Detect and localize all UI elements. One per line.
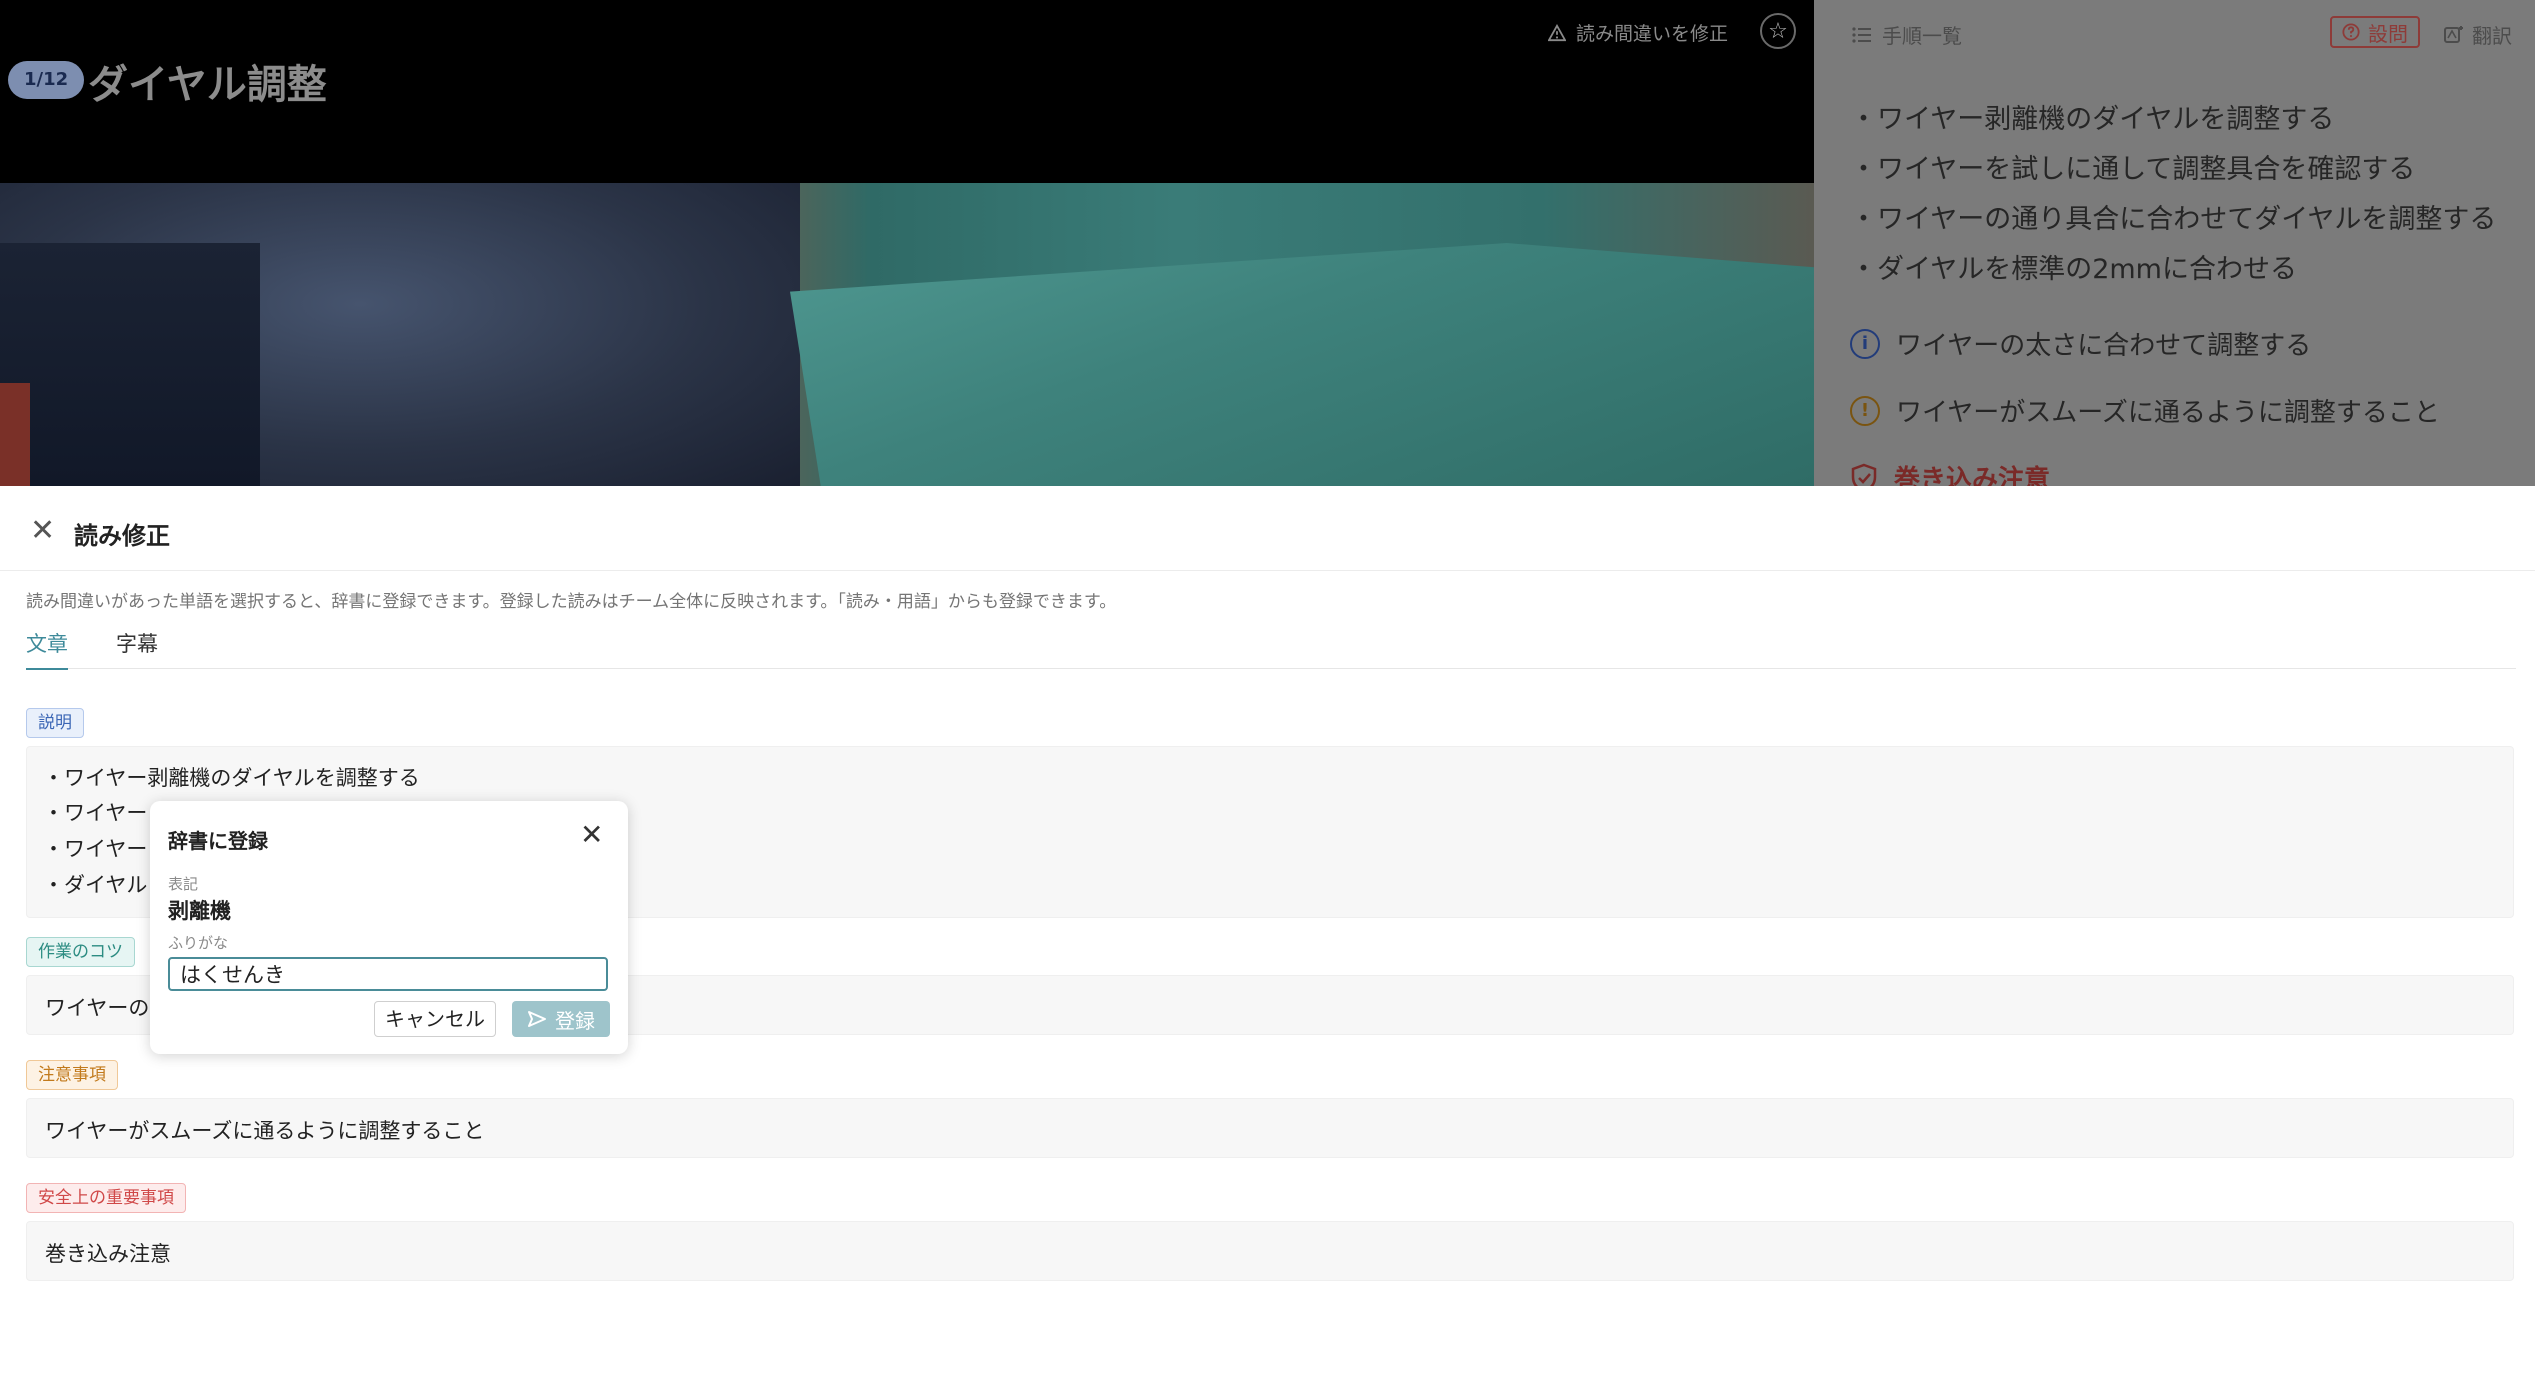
dictionary-register-popup: 辞書に登録 ✕ 表記 剥離機 ふりがな キャンセル 登録 xyxy=(150,801,628,1054)
notation-label: 表記 xyxy=(168,875,199,893)
tab-subtitles[interactable]: 字幕 xyxy=(116,628,158,668)
tip-tag: 作業のコツ xyxy=(26,937,135,967)
tab-text[interactable]: 文章 xyxy=(26,628,68,670)
side-bullet-item: ・ワイヤーの通り具合に合わせてダイヤルを調整する xyxy=(1850,204,2497,235)
send-icon xyxy=(528,1011,546,1027)
description-line[interactable]: ・ワイヤー xyxy=(43,833,147,863)
list-icon xyxy=(1852,26,1871,43)
caution-tag: 注意事項 xyxy=(26,1060,118,1090)
sheet-description: 読み間違いがあった単語を選択すると、辞書に登録できます。登録した読みはチーム全体… xyxy=(26,592,1117,612)
register-label: 登録 xyxy=(555,1008,595,1033)
side-safety: 巻き込み注意 xyxy=(1850,459,2050,486)
favorite-button[interactable]: ☆ xyxy=(1760,13,1796,49)
description-line[interactable]: ・ワイヤー剥離機のダイヤルを調整する xyxy=(43,762,420,792)
question-circle-icon xyxy=(2342,23,2360,41)
translate-label: 翻訳 xyxy=(2472,24,2512,48)
star-icon: ☆ xyxy=(1768,19,1788,44)
question-button[interactable]: 設問 xyxy=(2330,16,2420,48)
register-button[interactable]: 登録 xyxy=(512,1001,610,1037)
safety-box: 巻き込み注意 xyxy=(26,1221,2514,1281)
question-label: 設問 xyxy=(2368,21,2408,46)
steps-list-label: 手順一覧 xyxy=(1882,24,1962,48)
machine-box-image xyxy=(790,243,1814,486)
step-title: ダイヤル調整 xyxy=(88,62,327,108)
video-player[interactable]: 1/12 ダイヤル調整 読み間違いを修正 ☆ xyxy=(0,0,1814,486)
side-tip: i ワイヤーの太さに合わせて調整する xyxy=(1850,325,2311,362)
popup-title: 辞書に登録 xyxy=(168,829,268,853)
steps-list-button[interactable]: 手順一覧 xyxy=(1852,20,1962,49)
tip-text[interactable]: ワイヤーの xyxy=(45,992,149,1022)
side-tip-text: ワイヤーの太さに合わせて調整する xyxy=(1896,331,2312,361)
close-icon[interactable]: ✕ xyxy=(580,821,603,849)
furigana-input[interactable] xyxy=(168,957,608,991)
description-line[interactable]: ・ワイヤー xyxy=(43,797,147,827)
side-step-bullets: ・ワイヤー剥離機のダイヤルを調整する ・ワイヤーを試しに通して調整具合を確認する… xyxy=(1850,98,2496,298)
report-misreading-label: 読み間違いを修正 xyxy=(1576,23,1729,45)
side-bullet-item: ・ダイヤルを標準の2mmに合わせる xyxy=(1850,254,2297,285)
notation-value: 剥離機 xyxy=(168,899,231,923)
cancel-button[interactable]: キャンセル xyxy=(374,1001,496,1037)
description-line[interactable]: ・ダイヤル xyxy=(43,869,147,899)
safety-tag: 安全上の重要事項 xyxy=(26,1183,186,1213)
side-bullet-item: ・ワイヤーを試しに通して調整具合を確認する xyxy=(1850,154,2416,185)
translate-icon xyxy=(2444,25,2463,43)
side-panel-toolbar: 手順一覧 設問 翻訳 xyxy=(1814,0,2535,70)
side-caution-text: ワイヤーがスムーズに通るように調整すること xyxy=(1896,398,2440,428)
furigana-label: ふりがな xyxy=(168,934,229,952)
report-misreading-link[interactable]: 読み間違いを修正 xyxy=(1548,19,1728,46)
divider xyxy=(0,570,2535,571)
sheet-title: 読み修正 xyxy=(74,522,170,550)
side-safety-text: 巻き込み注意 xyxy=(1894,465,2051,486)
caution-box: ワイヤーがスムーズに通るように調整すること xyxy=(26,1098,2514,1158)
side-bullet-item: ・ワイヤー剥離機のダイヤルを調整する xyxy=(1850,104,2335,135)
shield-check-icon xyxy=(1851,463,1877,486)
tab-bar: 文章 字幕 xyxy=(26,628,2516,670)
side-caution: ! ワイヤーがスムーズに通るように調整すること xyxy=(1850,392,2440,429)
hand-image xyxy=(0,383,30,486)
warning-triangle-icon xyxy=(1548,23,1566,41)
translate-button[interactable]: 翻訳 xyxy=(2444,20,2512,49)
steps-side-panel: 手順一覧 設問 翻訳 ・ワイヤー剥離機のダイヤルを調整する ・ワイヤーを試しに通… xyxy=(1814,0,2535,486)
video-header: 1/12 ダイヤル調整 読み間違いを修正 ☆ xyxy=(0,0,1814,183)
info-icon: i xyxy=(1850,328,1880,359)
description-tag: 説明 xyxy=(26,708,84,738)
safety-text[interactable]: 巻き込み注意 xyxy=(45,1238,171,1268)
caution-text[interactable]: ワイヤーがスムーズに通るように調整すること xyxy=(45,1115,484,1145)
close-icon[interactable]: ✕ xyxy=(30,516,55,546)
exclamation-icon: ! xyxy=(1850,395,1880,426)
step-counter-badge: 1/12 xyxy=(8,61,85,99)
worker-sleeve-image xyxy=(0,243,260,486)
video-frame xyxy=(0,183,1814,486)
